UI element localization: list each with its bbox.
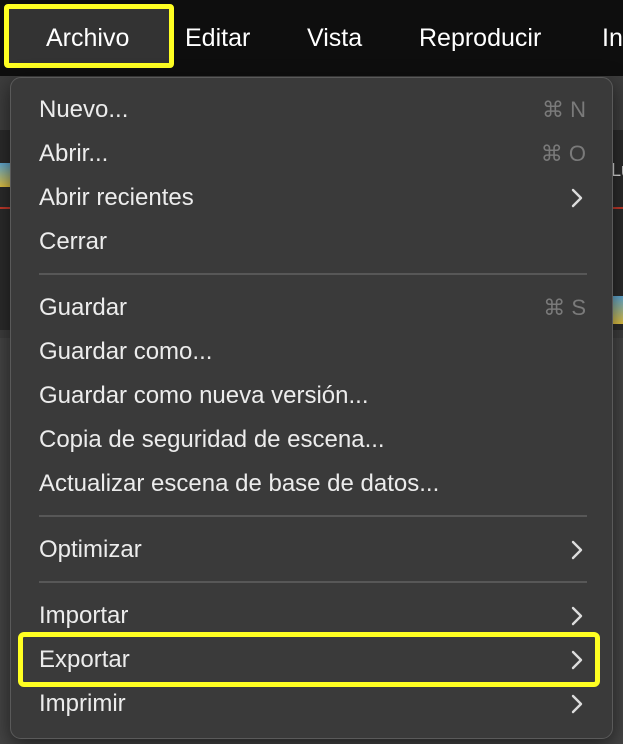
menu-item-cerrar[interactable]: Cerrar — [11, 222, 612, 262]
menu-item-guardar[interactable]: Guardar ⌘ S — [11, 288, 612, 328]
menu-item-abrir[interactable]: Abrir... ⌘ O — [11, 134, 612, 174]
menubar-item-editar[interactable]: Editar — [185, 22, 250, 54]
menu-item-shortcut: ⌘ N — [542, 97, 586, 122]
menu-item-label: Imprimir — [39, 690, 126, 717]
menu-separator — [39, 515, 587, 517]
chevron-right-icon — [571, 540, 583, 560]
menu-item-guardar-nueva-version[interactable]: Guardar como nueva versión... — [11, 376, 612, 416]
background-timeline-marker — [613, 207, 623, 209]
chevron-right-icon — [571, 606, 583, 626]
menu-item-label: Importar — [39, 602, 129, 629]
menu-item-shortcut: ⌘ O — [540, 141, 586, 166]
menu-item-label: Actualizar escena de base de datos... — [39, 470, 440, 497]
menu-item-imprimir[interactable]: Imprimir — [11, 684, 612, 724]
menu-item-label: Abrir recientes — [39, 184, 194, 211]
background-thumbnail — [612, 296, 623, 324]
menu-separator — [39, 581, 587, 583]
menu-item-label: Guardar como nueva versión... — [39, 382, 369, 409]
menu-item-label: Abrir... — [39, 140, 109, 167]
menu-item-label: Nuevo... — [39, 96, 129, 123]
menu-item-abrir-recientes[interactable]: Abrir recientes — [11, 178, 612, 218]
menubar-item-label: Archivo — [46, 24, 130, 52]
menu-item-label: Guardar como... — [39, 338, 213, 365]
menu-item-label: Guardar — [39, 294, 128, 321]
menu-item-label: Cerrar — [39, 228, 108, 255]
menu-item-actualizar-escena[interactable]: Actualizar escena de base de datos... — [11, 464, 612, 504]
menu-item-copia-seguridad[interactable]: Copia de seguridad de escena... — [11, 420, 612, 460]
exportar-highlight-annotation — [18, 632, 600, 687]
menubar-item-reproducir[interactable]: Reproducir — [419, 22, 541, 54]
menu-item-importar[interactable]: Importar — [11, 596, 612, 636]
menu-item-label: Optimizar — [39, 536, 142, 563]
chevron-right-icon — [571, 694, 583, 714]
menu-item-label: Copia de seguridad de escena... — [39, 426, 385, 453]
menu-item-shortcut: ⌘ S — [543, 295, 586, 320]
menu-bar: Archivo Editar Vista Reproducir In — [0, 0, 623, 76]
menubar-item-in[interactable]: In — [602, 22, 623, 54]
menu-item-guardar-como[interactable]: Guardar como... — [11, 332, 612, 372]
background-timeline-marker — [0, 207, 10, 209]
menu-item-optimizar[interactable]: Optimizar — [11, 530, 612, 570]
menubar-item-vista[interactable]: Vista — [307, 22, 362, 54]
menubar-item-archivo[interactable]: Archivo — [4, 4, 174, 68]
chevron-right-icon — [571, 188, 583, 208]
menu-item-nuevo[interactable]: Nuevo... ⌘ N — [11, 90, 612, 130]
menu-separator — [39, 273, 587, 275]
